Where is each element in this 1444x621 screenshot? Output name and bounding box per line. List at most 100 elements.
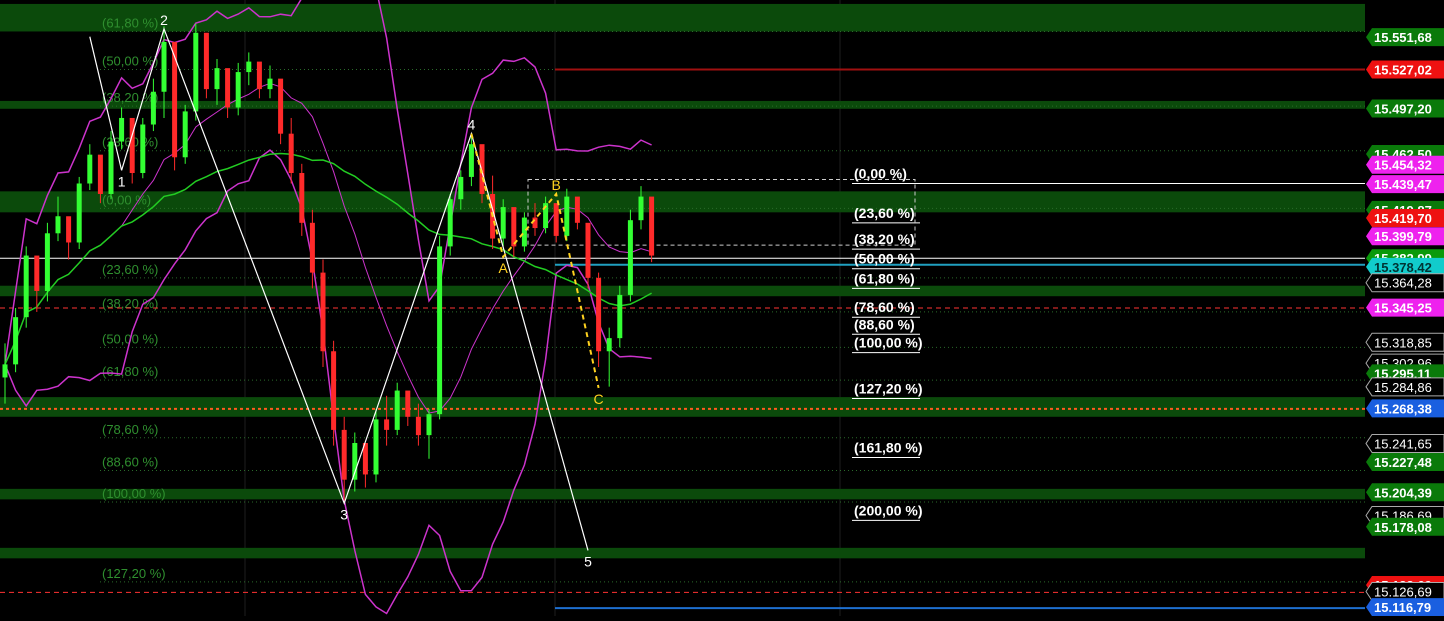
price-axis-tag: 15.419,70 xyxy=(1366,209,1444,227)
price-axis-tag-label: 15.227,48 xyxy=(1374,455,1432,470)
price-axis-tag-label: 15.497,20 xyxy=(1374,102,1432,117)
candle-body xyxy=(405,391,410,417)
candle-body xyxy=(299,173,304,223)
candle-body xyxy=(66,216,71,242)
price-axis-tag: 15.284,86 xyxy=(1366,378,1444,396)
candle-body xyxy=(448,199,453,246)
price-chart[interactable]: (61,80 %)(50,00 %)(38,20 %)(23,60 %)(0,0… xyxy=(0,0,1444,616)
candle-body xyxy=(87,155,92,184)
fib-left-label: (127,20 %) xyxy=(102,566,166,581)
candle-body xyxy=(98,155,103,194)
candle-body xyxy=(384,419,389,429)
price-axis-tag-label: 15.364,28 xyxy=(1374,276,1432,291)
candle-body xyxy=(34,256,39,291)
price-axis-tag-label: 15.204,39 xyxy=(1374,485,1432,500)
price-axis-tag-label: 15.439,47 xyxy=(1374,177,1432,192)
candle-body xyxy=(119,118,124,142)
price-axis-tag-label: 15.241,65 xyxy=(1374,436,1432,451)
fib-right-label: (200,00 %) xyxy=(854,502,922,518)
candle-body xyxy=(310,223,315,273)
candle-body xyxy=(511,207,516,246)
wave-label-2: 2 xyxy=(160,12,168,28)
candle-body xyxy=(628,220,633,295)
candle-body xyxy=(268,79,273,89)
candle-body xyxy=(639,197,644,221)
fib-right-label: (161,80 %) xyxy=(854,439,922,455)
candle-body xyxy=(246,62,251,72)
price-axis-tag-label: 15.116,79 xyxy=(1374,600,1431,615)
price-axis-tag: 15.178,08 xyxy=(1366,518,1444,536)
price-axis-tag: 15.268,38 xyxy=(1366,399,1444,417)
abc-label-B: B xyxy=(552,177,561,193)
fib-right-label: (50,00 %) xyxy=(854,251,915,267)
candle-body xyxy=(151,92,156,125)
candle-body xyxy=(596,278,601,351)
fib-left-label: (38,20 %) xyxy=(102,90,158,105)
candle-body xyxy=(437,246,442,414)
price-axis-tag-label: 15.345,25 xyxy=(1374,301,1432,316)
candle-body xyxy=(321,273,326,352)
candle-body xyxy=(172,42,177,157)
candle-body xyxy=(24,256,29,318)
candle-body xyxy=(215,68,220,89)
candle-body xyxy=(617,295,622,338)
candle-body xyxy=(236,72,241,107)
candle-body xyxy=(533,218,538,228)
candle-body xyxy=(289,134,294,173)
candle-body xyxy=(56,216,61,233)
fib-left-label: (88,60 %) xyxy=(102,455,158,470)
candle-body xyxy=(427,414,432,435)
candle-body xyxy=(204,33,209,89)
candle-body xyxy=(416,417,421,435)
price-axis-tag: 15.126,69 xyxy=(1366,583,1444,601)
price-axis-tag-label: 15.318,85 xyxy=(1374,335,1432,350)
candle-body xyxy=(586,223,591,278)
candle-body xyxy=(3,364,8,377)
fib-left-label: (50,00 %) xyxy=(102,53,158,68)
price-axis-tag: 15.227,48 xyxy=(1366,453,1444,471)
candle-body xyxy=(607,338,612,351)
fib-left-label: (61,80 %) xyxy=(102,364,158,379)
candle-body xyxy=(225,68,230,107)
chart-area[interactable]: (61,80 %)(50,00 %)(38,20 %)(23,60 %)(0,0… xyxy=(0,0,1444,616)
price-axis-tag: 15.378,42 xyxy=(1366,258,1444,276)
price-axis-tag: 15.241,65 xyxy=(1366,434,1444,452)
fib-left-label: (100,00 %) xyxy=(102,486,166,501)
candle-body xyxy=(575,197,580,223)
price-axis-tag: 15.527,02 xyxy=(1366,60,1444,78)
wave-label-5: 5 xyxy=(584,553,592,569)
fib-left-label: (38,20 %) xyxy=(102,296,158,311)
candle-body xyxy=(77,183,82,242)
candle-body xyxy=(162,42,167,92)
price-axis-tag-label: 15.399,79 xyxy=(1374,229,1432,244)
price-axis-tag: 15.497,20 xyxy=(1366,100,1444,118)
support-resistance-zone xyxy=(0,101,1365,109)
price-axis-tag-label: 15.454,32 xyxy=(1374,158,1432,173)
candle-body xyxy=(649,197,654,256)
candle-body xyxy=(109,142,114,194)
price-axis-tag-label: 15.378,42 xyxy=(1374,260,1432,275)
support-resistance-zone xyxy=(0,397,1365,417)
price-axis-tag-label: 15.268,38 xyxy=(1374,401,1432,416)
price-axis-tag-label: 15.126,69 xyxy=(1374,585,1432,600)
candle-body xyxy=(522,218,527,247)
candle-body xyxy=(458,177,463,199)
fib-left-label: (61,80 %) xyxy=(102,15,158,30)
candle-body xyxy=(554,203,559,236)
price-axis-tag: 15.204,39 xyxy=(1366,483,1444,501)
candle-body xyxy=(374,419,379,474)
fib-left-label: (0,00 %) xyxy=(102,192,151,207)
price-axis-tag: 15.364,28 xyxy=(1366,274,1444,292)
wave-label-4: 4 xyxy=(468,117,476,133)
price-axis-tag-label: 15.551,68 xyxy=(1374,30,1432,45)
abc-label-A: A xyxy=(499,260,509,276)
candle-body xyxy=(395,391,400,430)
candle-body xyxy=(183,111,188,157)
support-resistance-zone xyxy=(0,4,1365,32)
candle-body xyxy=(331,351,336,430)
price-axis-tag-label: 15.284,86 xyxy=(1374,380,1432,395)
candle-body xyxy=(45,233,50,291)
candle-body xyxy=(501,207,506,238)
price-axis-tag-label: 15.178,08 xyxy=(1374,520,1432,535)
abc-label-C: C xyxy=(594,391,604,407)
